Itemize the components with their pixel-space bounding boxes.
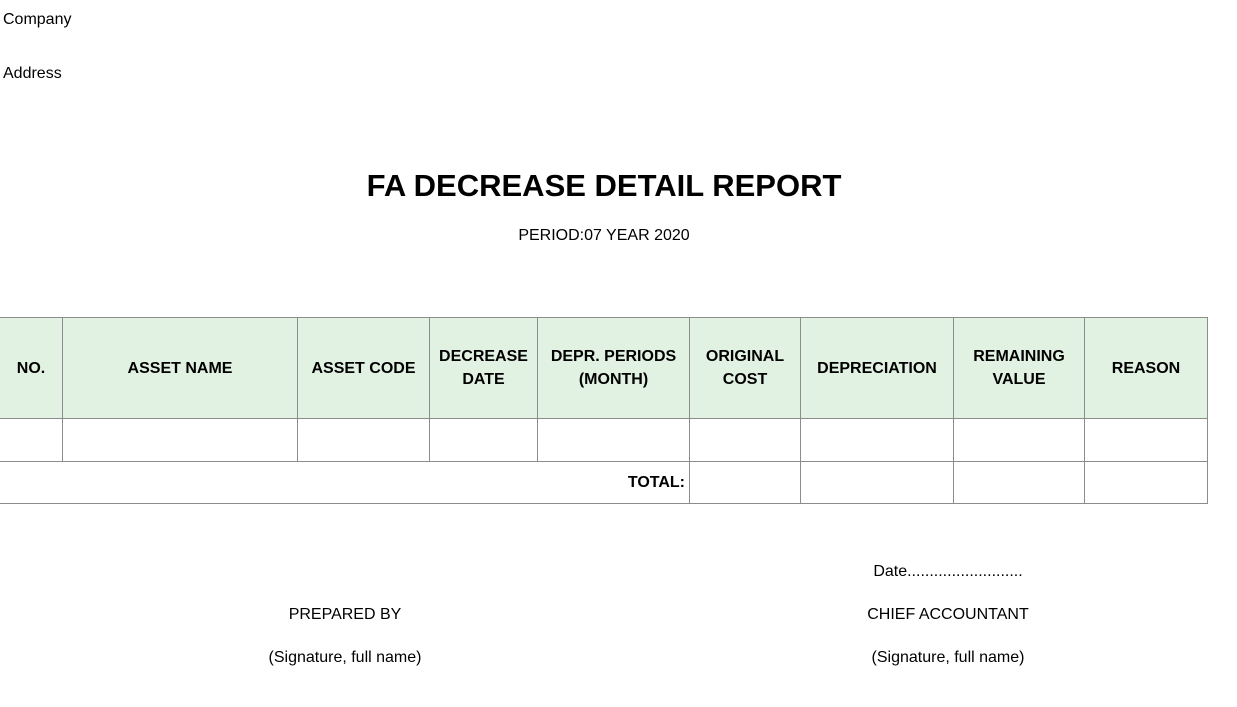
chief-accountant-signature-hint: (Signature, full name) xyxy=(871,649,1025,666)
cell-decrease-date xyxy=(429,418,538,462)
column-header-depr-periods: DEPR. PERIODS (MONTH) xyxy=(537,317,690,419)
total-depreciation xyxy=(800,461,954,504)
prepared-by-label: PREPARED BY xyxy=(288,606,402,623)
column-header-original-cost: ORIGINAL COST xyxy=(689,317,801,419)
cell-depr-periods xyxy=(537,418,690,462)
cell-original-cost xyxy=(689,418,801,462)
report-title: FA DECREASE DETAIL REPORT xyxy=(366,168,842,203)
prepared-by-signature-hint: (Signature, full name) xyxy=(268,649,422,666)
total-reason xyxy=(1084,461,1208,504)
column-header-decrease-date: DECREASE DATE xyxy=(429,317,538,419)
cell-reason xyxy=(1084,418,1208,462)
column-header-asset-code: ASSET CODE xyxy=(297,317,430,419)
cell-remaining-value xyxy=(953,418,1085,462)
column-header-depreciation: DEPRECIATION xyxy=(800,317,954,419)
cell-no xyxy=(0,418,63,462)
chief-accountant-label: CHIEF ACCOUNTANT xyxy=(867,606,1029,623)
cell-asset-name xyxy=(62,418,298,462)
cell-depreciation xyxy=(800,418,954,462)
column-header-no: NO. xyxy=(0,317,63,419)
cell-asset-code xyxy=(297,418,430,462)
column-header-reason: REASON xyxy=(1084,317,1208,419)
total-remaining-value xyxy=(953,461,1085,504)
total-label: TOTAL: xyxy=(0,461,690,504)
header-row: NO. ASSET NAME ASSET CODE DECREASE DATE … xyxy=(0,317,1208,419)
column-header-remaining-value: REMAINING VALUE xyxy=(953,317,1085,419)
total-original-cost xyxy=(689,461,801,504)
date-line: Date.......................... xyxy=(873,563,1023,580)
report-period: PERIOD:07 YEAR 2020 xyxy=(518,227,690,244)
table-row xyxy=(0,418,1208,462)
company-label: Company xyxy=(3,11,72,28)
column-header-asset-name: ASSET NAME xyxy=(62,317,298,419)
address-label: Address xyxy=(3,65,62,82)
total-row: TOTAL: xyxy=(0,461,1208,504)
report-table: NO. ASSET NAME ASSET CODE DECREASE DATE … xyxy=(0,317,1208,504)
